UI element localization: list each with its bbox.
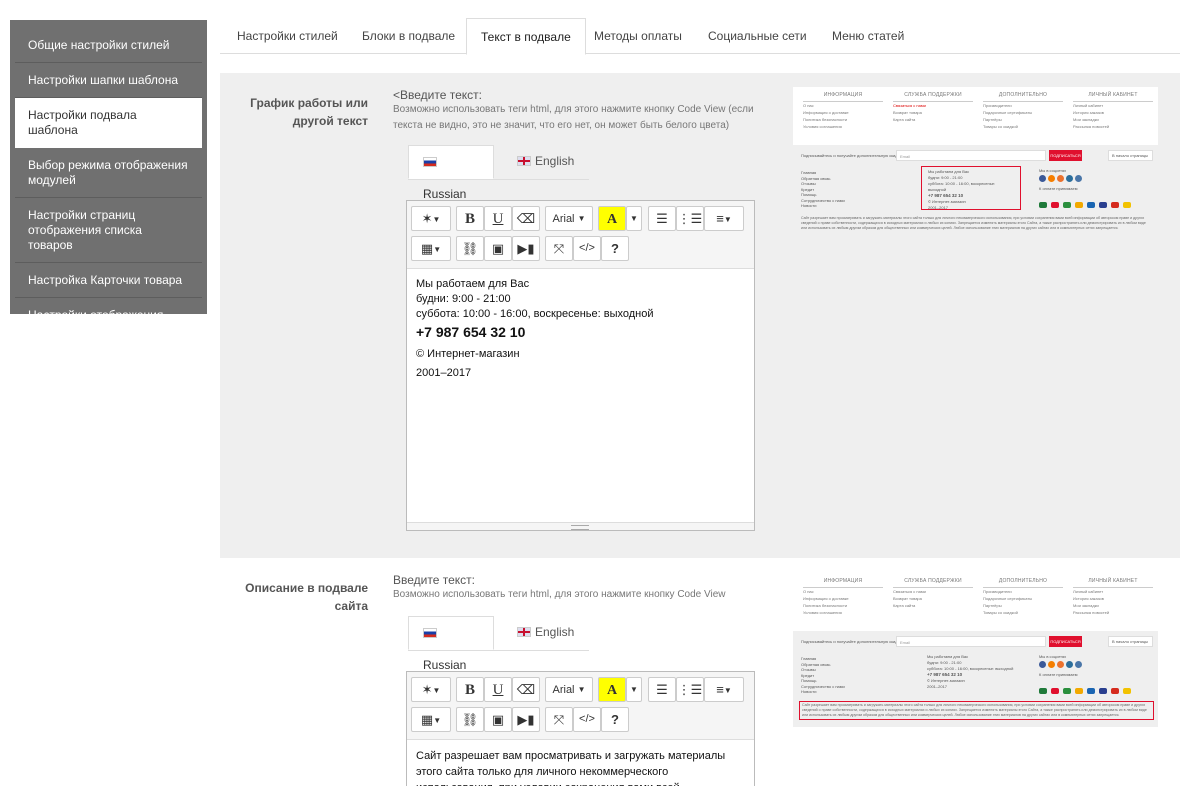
hint-text: Возможно использовать теги html, для это… <box>393 589 726 600</box>
fullscreen-icon[interactable]: ⤧ <box>545 236 573 261</box>
russia-flag-icon <box>423 157 437 167</box>
tab-social-networks[interactable]: Социальные сети <box>694 18 821 54</box>
highlight-color-button[interactable]: A <box>598 206 626 231</box>
editor-content[interactable]: Мы работаем для Вас будни: 9:00 - 21:00 … <box>407 269 754 389</box>
lang-tab-english[interactable]: English <box>503 145 588 179</box>
section-footer-description: Описание в подвале сайта Введите текст: … <box>220 563 1180 786</box>
bold-button[interactable]: B <box>456 677 484 702</box>
lang-tab-english[interactable]: English <box>503 616 588 650</box>
language-tabs: Russian English <box>408 616 589 672</box>
color-dropdown-caret[interactable]: ▼ <box>626 206 642 231</box>
link-icon[interactable]: ⛓ <box>456 236 484 261</box>
magic-wand-icon[interactable]: ✶▼ <box>411 206 451 231</box>
russia-flag-icon <box>423 628 437 638</box>
lang-tab-russian[interactable]: Russian <box>408 616 494 672</box>
editor-toolbar: ✶▼ B U ⌫ Arial ▼ A ▼ ☰ ⋮☰ ≡▼ ▦▼ ⛓ ▣ ▶▮ ⤧… <box>407 672 754 740</box>
uk-flag-icon <box>517 156 531 166</box>
video-icon[interactable]: ▶▮ <box>512 707 540 732</box>
tab-footer-text[interactable]: Текст в подвале <box>466 18 586 55</box>
section-work-hours: График работы или другой текст <Введите … <box>220 73 1180 558</box>
section-label: Описание в подвале сайта <box>245 581 368 613</box>
numbered-list-icon[interactable]: ⋮☰ <box>676 677 704 702</box>
table-icon[interactable]: ▦▼ <box>411 236 451 261</box>
tab-footer-blocks[interactable]: Блоки в подвале <box>348 18 469 54</box>
sidebar-item-product-card[interactable]: Настройка Карточки товара <box>15 263 202 298</box>
section-label: График работы или другой текст <box>250 96 368 128</box>
tab-styles[interactable]: Настройки стилей <box>223 18 352 54</box>
editor-resize-handle[interactable] <box>407 522 754 530</box>
sidebar-item-stickers[interactable]: Настройки отображения стикеров <box>15 298 202 347</box>
sidebar-item-footer[interactable]: Настройки подвала шаблона <box>15 98 202 148</box>
underline-button[interactable]: U <box>484 677 512 702</box>
align-icon[interactable]: ≡▼ <box>704 206 744 231</box>
editor-content[interactable]: Сайт разрешает вам просматривать и загру… <box>407 740 754 786</box>
rich-text-editor: ✶▼ B U ⌫ Arial ▼ A ▼ ☰ ⋮☰ ≡▼ ▦▼ ⛓ ▣ ▶▮ ⤧… <box>406 671 755 786</box>
footer-preview-image: ИНФОРМАЦИЯ О нас Информация о доставке Пол… <box>793 87 1158 235</box>
rich-text-editor: ✶▼ B U ⌫ Arial ▼ A ▼ ☰ ⋮☰ ≡▼ ▦▼ ⛓ ▣ ▶▮ ⤧… <box>406 200 755 531</box>
sidebar-item-header[interactable]: Настройки шапки шаблона <box>15 63 202 98</box>
font-family-select[interactable]: Arial ▼ <box>545 677 593 702</box>
bold-button[interactable]: B <box>456 206 484 231</box>
sidebar-item-product-list[interactable]: Настройки страниц отображения списка тов… <box>15 198 202 263</box>
editor-toolbar: ✶▼ B U ⌫ Arial ▼ A ▼ ☰ ⋮☰ ≡▼ ▦▼ ⛓ ▣ ▶▮ ⤧… <box>407 201 754 269</box>
hint-title: Введите текст: <box>393 573 475 587</box>
numbered-list-icon[interactable]: ⋮☰ <box>676 206 704 231</box>
eraser-icon[interactable]: ⌫ <box>512 677 540 702</box>
tab-bar: Настройки стилей Блоки в подвале Текст в… <box>220 18 1180 55</box>
tab-articles-menu[interactable]: Меню статей <box>818 18 918 54</box>
help-icon[interactable]: ? <box>601 236 629 261</box>
lang-tab-russian[interactable]: Russian <box>408 145 494 201</box>
code-view-icon[interactable]: </> <box>573 707 601 732</box>
font-family-select[interactable]: Arial ▼ <box>545 206 593 231</box>
image-icon[interactable]: ▣ <box>484 236 512 261</box>
help-icon[interactable]: ? <box>601 707 629 732</box>
eraser-icon[interactable]: ⌫ <box>512 206 540 231</box>
highlighted-copyright-block: Сайт разрешает вам просматривать и загру… <box>799 701 1154 720</box>
fullscreen-icon[interactable]: ⤧ <box>545 707 573 732</box>
hint-text: Возможно использовать теги html, для это… <box>393 104 754 131</box>
uk-flag-icon <box>517 627 531 637</box>
footer-preview-image: ИНФОРМАЦИЯ О нас Информация о доставке Пол… <box>793 573 1158 727</box>
align-icon[interactable]: ≡▼ <box>704 677 744 702</box>
magic-wand-icon[interactable]: ✶▼ <box>411 677 451 702</box>
sidebar-item-styles[interactable]: Общие настройки стилей <box>15 28 202 63</box>
bullet-list-icon[interactable]: ☰ <box>648 206 676 231</box>
link-icon[interactable]: ⛓ <box>456 707 484 732</box>
tab-payment-methods[interactable]: Методы оплаты <box>580 18 696 54</box>
contact-block: Мы работаем для Вас будни: 9:00 - 21:00 су… <box>927 654 1014 689</box>
video-icon[interactable]: ▶▮ <box>512 236 540 261</box>
settings-sidebar: Общие настройки стилей Настройки шапки ш… <box>10 20 207 337</box>
language-tabs: Russian English <box>408 145 589 201</box>
sidebar-item-modules[interactable]: Выбор режима отображения модулей <box>15 148 202 198</box>
underline-button[interactable]: U <box>484 206 512 231</box>
table-icon[interactable]: ▦▼ <box>411 707 451 732</box>
image-icon[interactable]: ▣ <box>484 707 512 732</box>
highlight-color-button[interactable]: A <box>598 677 626 702</box>
code-view-icon[interactable]: </> <box>573 236 601 261</box>
color-dropdown-caret[interactable]: ▼ <box>626 677 642 702</box>
bullet-list-icon[interactable]: ☰ <box>648 677 676 702</box>
highlighted-contact-block: Мы работаем для Вас будни: 9:00 - 21:00 су… <box>921 166 1021 210</box>
hint-title: <Введите текст: <box>393 88 482 102</box>
